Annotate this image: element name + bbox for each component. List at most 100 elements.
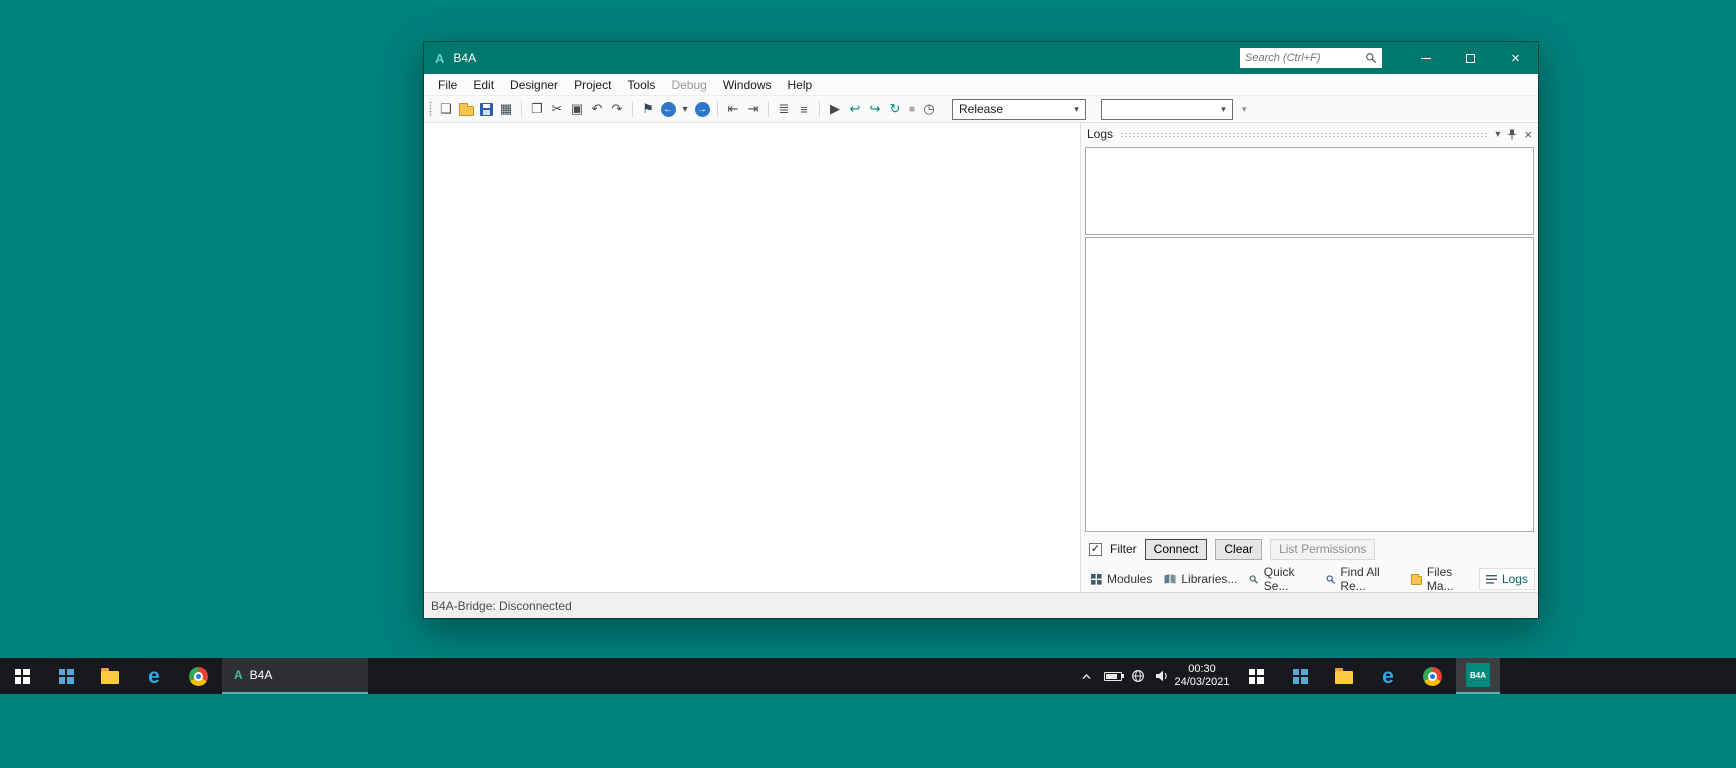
undo-icon[interactable]: ↶ bbox=[587, 98, 607, 120]
blue-tiles-icon bbox=[58, 668, 74, 684]
step-over-icon[interactable]: ↪ bbox=[865, 98, 885, 120]
bridge-status-text: B4A-Bridge: Disconnected bbox=[431, 598, 572, 613]
copy-icon[interactable]: ❐ bbox=[527, 98, 547, 120]
taskbar-internet-explorer[interactable]: e bbox=[132, 658, 176, 694]
connect-button[interactable]: Connect bbox=[1144, 538, 1208, 560]
content-area: Logs ▾ × ✓ Filter Connect Clear List Per… bbox=[424, 123, 1538, 593]
logs-controls: ✓ Filter Connect Clear List Permissions bbox=[1081, 532, 1538, 566]
toolbar: ❏ ▦ ❐ ✂ ▣ ↶ ↷ ⚑ ← ▾ → ⇤ ⇥ ≣ ≡ ▶ ↩ ↪ ↻ ■ … bbox=[424, 96, 1538, 123]
tab-find-all-references[interactable]: Find All Re... bbox=[1320, 562, 1405, 596]
bookmark-icon[interactable]: ⚑ bbox=[638, 98, 658, 120]
toolbar-grip[interactable] bbox=[429, 101, 432, 117]
save-icon[interactable] bbox=[476, 98, 496, 120]
export-zip-icon[interactable]: ▦ bbox=[496, 98, 516, 120]
clock-time: 00:30 bbox=[1188, 663, 1216, 675]
start-button-secondary[interactable] bbox=[1234, 658, 1278, 694]
menu-tools[interactable]: Tools bbox=[619, 75, 663, 95]
menu-help[interactable]: Help bbox=[780, 75, 821, 95]
taskbar-chrome-secondary[interactable] bbox=[1410, 658, 1454, 694]
navigate-forward-icon[interactable]: → bbox=[692, 98, 712, 120]
tab-label: Files Ma... bbox=[1426, 565, 1454, 593]
logs-output-list[interactable] bbox=[1085, 237, 1534, 532]
check-icon: ✓ bbox=[1090, 542, 1101, 555]
clock-date: 24/03/2021 bbox=[1174, 676, 1230, 688]
menu-edit[interactable]: Edit bbox=[465, 75, 502, 95]
taskbar-app-blue-tiles-secondary[interactable] bbox=[1278, 658, 1322, 694]
menu-designer[interactable]: Designer bbox=[502, 75, 566, 95]
panel-menu-caret-icon[interactable]: ▾ bbox=[1495, 129, 1500, 140]
paste-icon[interactable]: ▣ bbox=[567, 98, 587, 120]
menu-file[interactable]: File bbox=[430, 75, 465, 95]
logs-filter-list[interactable] bbox=[1085, 147, 1534, 235]
log-lines-icon bbox=[1485, 574, 1497, 584]
navigate-back-icon[interactable]: ← bbox=[658, 98, 678, 120]
battery-icon bbox=[1104, 671, 1124, 681]
clear-button[interactable]: Clear bbox=[1215, 538, 1263, 560]
restart-icon[interactable]: ↻ bbox=[885, 98, 905, 120]
tab-files-manager[interactable]: Files Ma... bbox=[1405, 562, 1480, 596]
back-dropdown-icon[interactable]: ▾ bbox=[678, 98, 692, 120]
build-configuration-dropdown[interactable]: Release ▾ bbox=[952, 98, 1086, 120]
forward-circle-icon: → bbox=[694, 101, 710, 117]
taskbar-chrome[interactable] bbox=[176, 658, 220, 694]
compile-timer-icon[interactable]: ◷ bbox=[919, 98, 939, 120]
tab-modules[interactable]: Modules bbox=[1085, 569, 1158, 589]
search-box[interactable] bbox=[1240, 48, 1382, 68]
taskbar-app-blue-tiles[interactable] bbox=[44, 658, 88, 694]
code-editor-area[interactable] bbox=[424, 123, 1080, 592]
logs-panel-title: Logs bbox=[1087, 127, 1114, 141]
start-button[interactable] bbox=[0, 658, 44, 694]
tab-libraries[interactable]: Libraries... bbox=[1158, 569, 1243, 589]
tray-battery[interactable] bbox=[1100, 658, 1126, 694]
speaker-icon bbox=[1155, 670, 1167, 682]
redo-icon[interactable]: ↷ bbox=[607, 98, 627, 120]
toolbar-overflow-icon[interactable]: ▾ bbox=[1242, 104, 1247, 115]
tray-show-hidden-icons[interactable] bbox=[1074, 658, 1098, 694]
magnifier-icon bbox=[1249, 574, 1259, 584]
titlebar[interactable]: A B4A × bbox=[424, 42, 1538, 74]
windows-logo-icon bbox=[1248, 668, 1264, 684]
logs-panel-header[interactable]: Logs ▾ × bbox=[1081, 123, 1538, 145]
minimize-button[interactable] bbox=[1403, 42, 1448, 74]
cut-icon[interactable]: ✂ bbox=[547, 98, 567, 120]
filter-checkbox[interactable]: ✓ bbox=[1089, 542, 1102, 556]
tab-logs[interactable]: Logs bbox=[1479, 569, 1534, 589]
resume-icon[interactable]: ↩ bbox=[845, 98, 865, 120]
taskbar-b4a-app-button[interactable]: A B4A bbox=[222, 658, 368, 694]
indent-icon[interactable]: ⇥ bbox=[743, 98, 763, 120]
maximize-icon bbox=[1466, 53, 1475, 63]
run-icon[interactable]: ▶ bbox=[825, 98, 845, 120]
chevron-down-icon: ▾ bbox=[1221, 103, 1226, 114]
uncomment-icon[interactable]: ≡ bbox=[794, 98, 814, 120]
folder-icon bbox=[1335, 668, 1353, 684]
menu-windows[interactable]: Windows bbox=[715, 75, 780, 95]
open-project-icon[interactable] bbox=[456, 98, 476, 120]
maximize-button[interactable] bbox=[1448, 42, 1493, 74]
b4a-logo-icon: A bbox=[234, 668, 243, 682]
folder-icon bbox=[458, 102, 474, 116]
close-button[interactable]: × bbox=[1493, 42, 1538, 74]
b4a-tile-icon: B4A bbox=[1466, 663, 1490, 687]
taskbar-file-explorer-secondary[interactable] bbox=[1322, 658, 1366, 694]
close-icon: × bbox=[1511, 49, 1520, 67]
taskbar-clock[interactable]: 00:30 24/03/2021 bbox=[1170, 658, 1234, 694]
new-file-icon[interactable]: ❏ bbox=[436, 98, 456, 120]
taskbar-internet-explorer-secondary[interactable]: e bbox=[1366, 658, 1410, 694]
toolbar-separator bbox=[819, 101, 820, 117]
panel-close-icon[interactable]: × bbox=[1524, 127, 1532, 142]
taskbar-file-explorer[interactable] bbox=[88, 658, 132, 694]
module-dropdown[interactable]: ▾ bbox=[1101, 98, 1233, 120]
toolbar-separator bbox=[717, 101, 718, 117]
pin-icon[interactable] bbox=[1507, 129, 1517, 140]
status-bar: B4A-Bridge: Disconnected bbox=[424, 592, 1538, 618]
tray-network[interactable] bbox=[1126, 658, 1150, 694]
search-input[interactable] bbox=[1245, 52, 1365, 64]
minimize-icon bbox=[1420, 57, 1431, 59]
taskbar-b4a-tile-button[interactable]: B4A bbox=[1456, 658, 1500, 694]
comment-icon[interactable]: ≣ bbox=[774, 98, 794, 120]
desktop: A B4A × File Edit Designer Project Tools… bbox=[0, 0, 1736, 768]
tab-quick-search[interactable]: Quick Se... bbox=[1243, 562, 1320, 596]
back-circle-icon: ← bbox=[660, 101, 676, 117]
menu-project[interactable]: Project bbox=[566, 75, 619, 95]
outdent-icon[interactable]: ⇤ bbox=[723, 98, 743, 120]
